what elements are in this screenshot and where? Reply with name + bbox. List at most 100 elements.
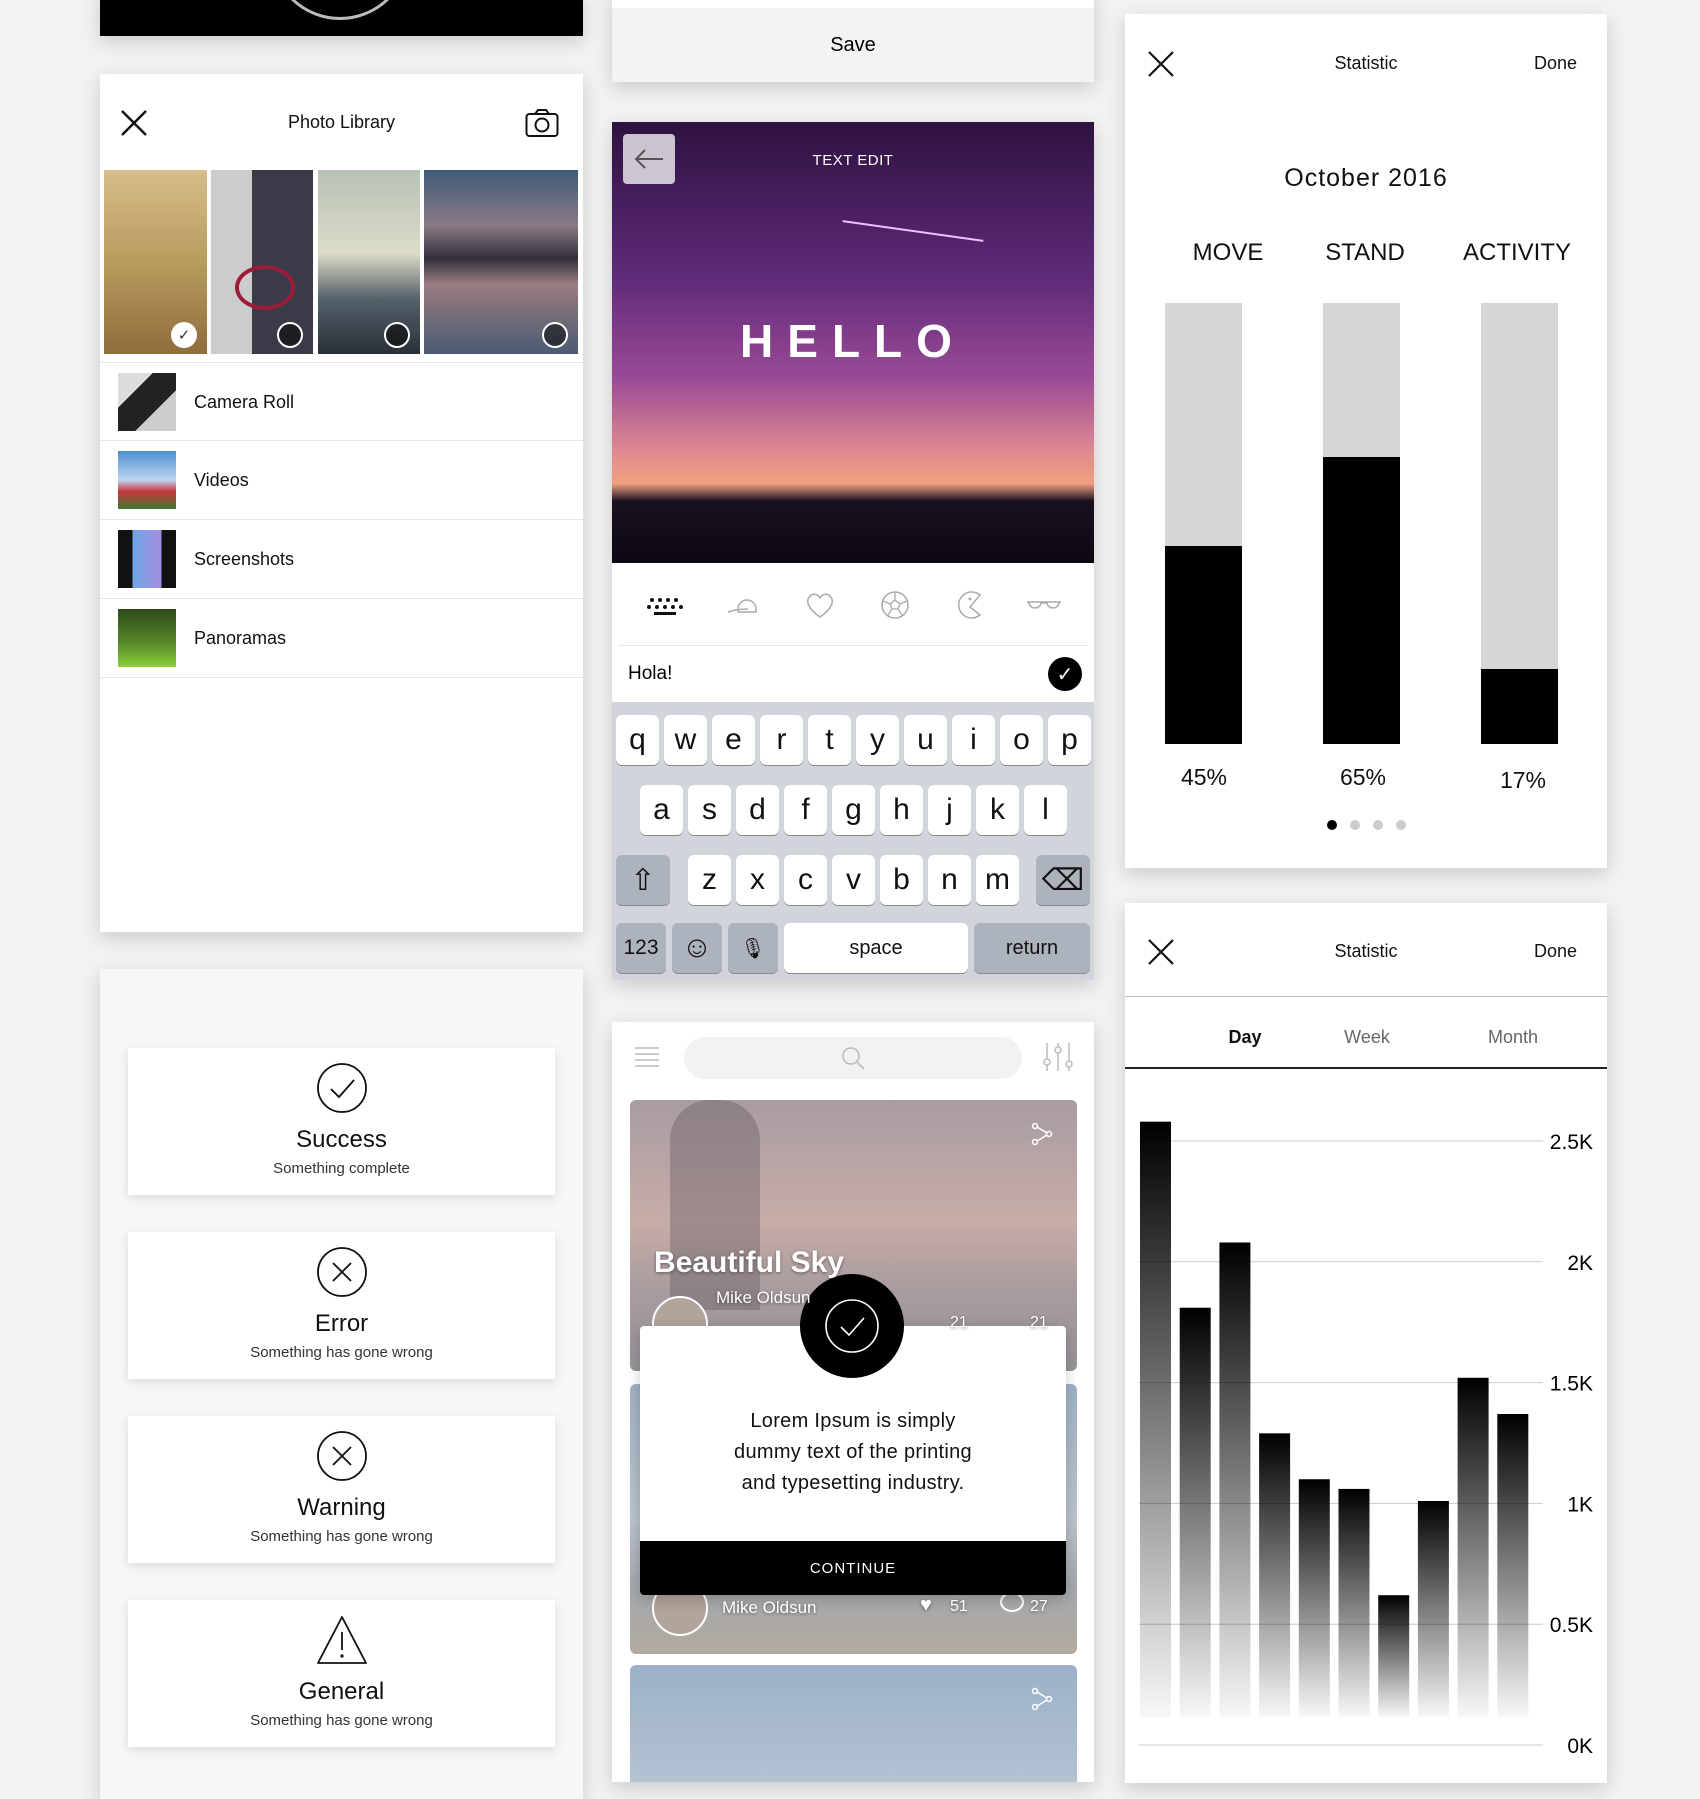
confirm-check-button[interactable]: ✓ <box>1048 657 1082 691</box>
bar[interactable] <box>1417 1500 1449 1717</box>
statistic-chart-panel: Statistic Done Day Week Month 0K 0.5K 1K 1.… <box>1125 903 1607 1783</box>
search-input[interactable] <box>684 1037 1022 1079</box>
y-tick-label: 1.5K <box>1550 1373 1593 1396</box>
key-l[interactable]: l <box>1024 785 1067 835</box>
done-button[interactable]: Done <box>1534 53 1577 74</box>
numbers-key[interactable]: 123 <box>616 923 666 973</box>
alert-error[interactable]: Error Something has gone wrong <box>128 1232 555 1379</box>
page-indicator[interactable] <box>1125 820 1607 830</box>
overlay-text[interactable]: HELLO <box>612 314 1094 368</box>
key-q[interactable]: q <box>616 715 659 765</box>
continue-button[interactable]: CONTINUE <box>640 1541 1066 1595</box>
key-i[interactable]: i <box>952 715 995 765</box>
comment-count: 27 <box>1030 1598 1048 1615</box>
album-panoramas[interactable]: Panoramas <box>100 599 583 678</box>
soccer-ball-icon[interactable] <box>875 590 915 620</box>
key-k[interactable]: k <box>976 785 1019 835</box>
album-videos[interactable]: Videos <box>100 441 583 520</box>
bar[interactable] <box>1298 1479 1330 1717</box>
key-a[interactable]: a <box>640 785 683 835</box>
delete-key-icon[interactable]: ⌫ <box>1036 855 1090 905</box>
select-circle-icon[interactable] <box>277 322 303 348</box>
key-n[interactable]: n <box>928 855 971 905</box>
key-o[interactable]: o <box>1000 715 1043 765</box>
like-count: 21 <box>950 1314 968 1331</box>
heart-icon[interactable]: ♥ <box>920 1594 932 1617</box>
key-h[interactable]: h <box>880 785 923 835</box>
bar[interactable] <box>1140 1121 1171 1717</box>
key-s[interactable]: s <box>688 785 731 835</box>
menu-icon[interactable] <box>634 1046 660 1068</box>
page-dot[interactable] <box>1349 820 1360 830</box>
microphone-key-icon[interactable]: 🎙 <box>728 923 778 973</box>
bar[interactable] <box>1219 1242 1251 1717</box>
album-camera-roll[interactable]: Camera Roll <box>100 362 583 441</box>
photo-thumb[interactable]: ✓ <box>104 170 207 354</box>
key-t[interactable]: t <box>808 715 851 765</box>
author-name[interactable]: Mike Oldsun <box>722 1598 816 1618</box>
save-button[interactable]: Save <box>612 8 1094 82</box>
key-f[interactable]: f <box>784 785 827 835</box>
key-u[interactable]: u <box>904 715 947 765</box>
keyboard-icon[interactable] <box>646 590 686 620</box>
page-dot[interactable] <box>1395 820 1406 830</box>
modal-message-line: and typesetting industry. <box>741 1472 965 1494</box>
metric-fill <box>1481 669 1558 744</box>
key-j[interactable]: j <box>928 785 971 835</box>
heart-icon[interactable] <box>800 590 840 620</box>
text-input[interactable] <box>612 652 1042 696</box>
camera-icon[interactable] <box>525 108 559 138</box>
metric-fill <box>1165 545 1242 744</box>
metric-bar-stand <box>1323 303 1400 744</box>
filter-sliders-icon[interactable] <box>1042 1042 1074 1072</box>
album-screenshots[interactable]: Screenshots <box>100 520 583 599</box>
key-w[interactable]: w <box>664 715 707 765</box>
key-c[interactable]: c <box>784 855 827 905</box>
pacman-icon[interactable] <box>950 590 990 620</box>
key-v[interactable]: v <box>832 855 875 905</box>
feed-card[interactable] <box>630 1665 1077 1782</box>
shift-key-icon[interactable]: ⇧ <box>616 855 670 905</box>
key-m[interactable]: m <box>976 855 1019 905</box>
comment-count: 21 <box>1030 1314 1048 1331</box>
key-z[interactable]: z <box>688 855 731 905</box>
bar[interactable] <box>1259 1433 1291 1717</box>
key-p[interactable]: p <box>1048 715 1091 765</box>
bar[interactable] <box>1179 1307 1211 1717</box>
key-d[interactable]: d <box>736 785 779 835</box>
return-key[interactable]: return <box>974 923 1090 973</box>
bar[interactable] <box>1378 1595 1410 1717</box>
key-r[interactable]: r <box>760 715 803 765</box>
glasses-icon[interactable] <box>1024 590 1064 620</box>
alert-success[interactable]: Success Something complete <box>128 1048 555 1195</box>
bar[interactable] <box>1457 1377 1489 1717</box>
alert-warning[interactable]: Warning Something has gone wrong <box>128 1416 555 1563</box>
key-x[interactable]: x <box>736 855 779 905</box>
share-icon[interactable] <box>1031 1687 1053 1711</box>
comment-icon[interactable] <box>1000 1592 1024 1612</box>
key-y[interactable]: y <box>856 715 899 765</box>
bar[interactable] <box>1338 1488 1370 1717</box>
select-circle-icon[interactable] <box>542 322 568 348</box>
bar[interactable] <box>1497 1414 1529 1717</box>
metric-fill <box>1323 457 1400 744</box>
photo-thumb[interactable] <box>211 170 313 354</box>
search-icon <box>842 1047 865 1070</box>
author-name[interactable]: Mike Oldsun <box>716 1288 810 1308</box>
page-dot[interactable] <box>1372 820 1383 830</box>
cap-icon[interactable] <box>724 590 764 620</box>
photo-thumb[interactable] <box>318 170 420 354</box>
album-thumb <box>118 530 176 588</box>
share-icon[interactable] <box>1031 1122 1053 1146</box>
key-b[interactable]: b <box>880 855 923 905</box>
page-dot[interactable] <box>1326 820 1337 830</box>
camera-panel <box>100 0 583 36</box>
key-e[interactable]: e <box>712 715 755 765</box>
select-circle-icon[interactable] <box>384 322 410 348</box>
key-g[interactable]: g <box>832 785 875 835</box>
emoji-key-icon[interactable]: ☺ <box>672 923 722 973</box>
selected-check-icon[interactable]: ✓ <box>171 322 197 348</box>
space-key[interactable]: space <box>784 923 968 973</box>
alert-general[interactable]: General Something has gone wrong <box>128 1600 555 1747</box>
photo-thumb[interactable] <box>424 170 578 354</box>
